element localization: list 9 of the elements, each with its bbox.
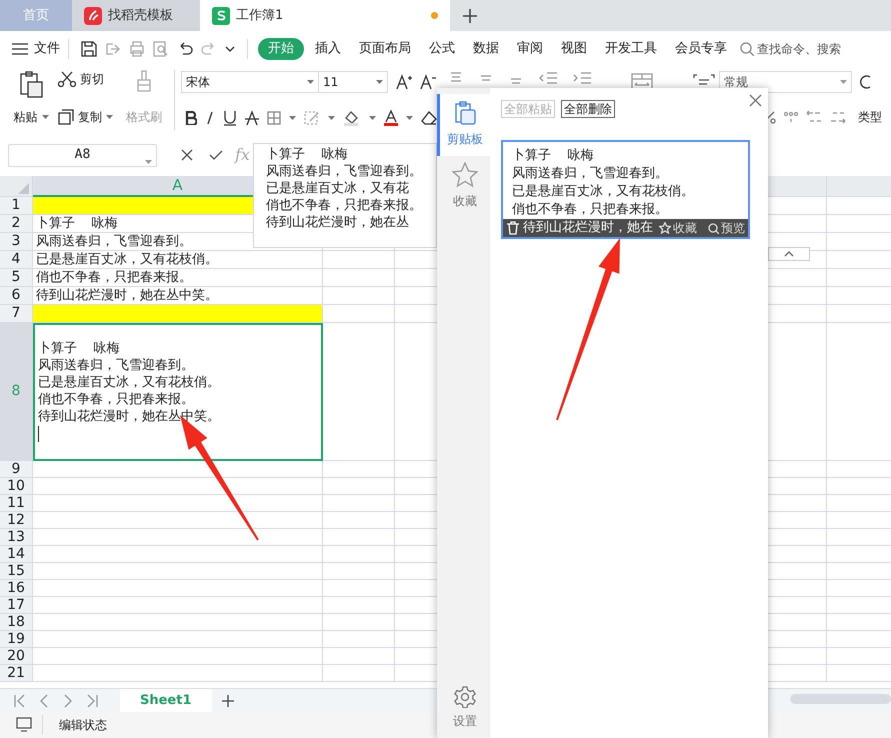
cell-text: 待到山花烂漫时，她在丛中笑。 (35, 287, 218, 304)
clip-text: 待到山花烂漫时，她在 (523, 219, 653, 237)
cell-text: 卜算子 咏梅 风雨送春归，飞雪迎春到。 已是悬崖百丈冰，又有花枝俏。 俏也不争春，只把春来报。 待到山花烂漫时，她在丛中笑。 (38, 340, 221, 425)
clip-text: 卜算子 咏梅 风雨送春归，飞雪迎春到。 已是悬崖百丈冰，又有花枝俏。 俏也不争春，只把春来报。 (512, 147, 695, 219)
cell-text: 俏也不争春，只把春来报。 (35, 269, 192, 286)
status-text: 编辑状态 (59, 717, 107, 734)
cell-text: 已是悬崖百丈冰，又有花枝俏。 (35, 251, 218, 268)
cell-text: 风雨送春归，飞雪迎春到。 (35, 233, 192, 250)
cell-text: 卜算子 咏梅 (35, 215, 118, 232)
